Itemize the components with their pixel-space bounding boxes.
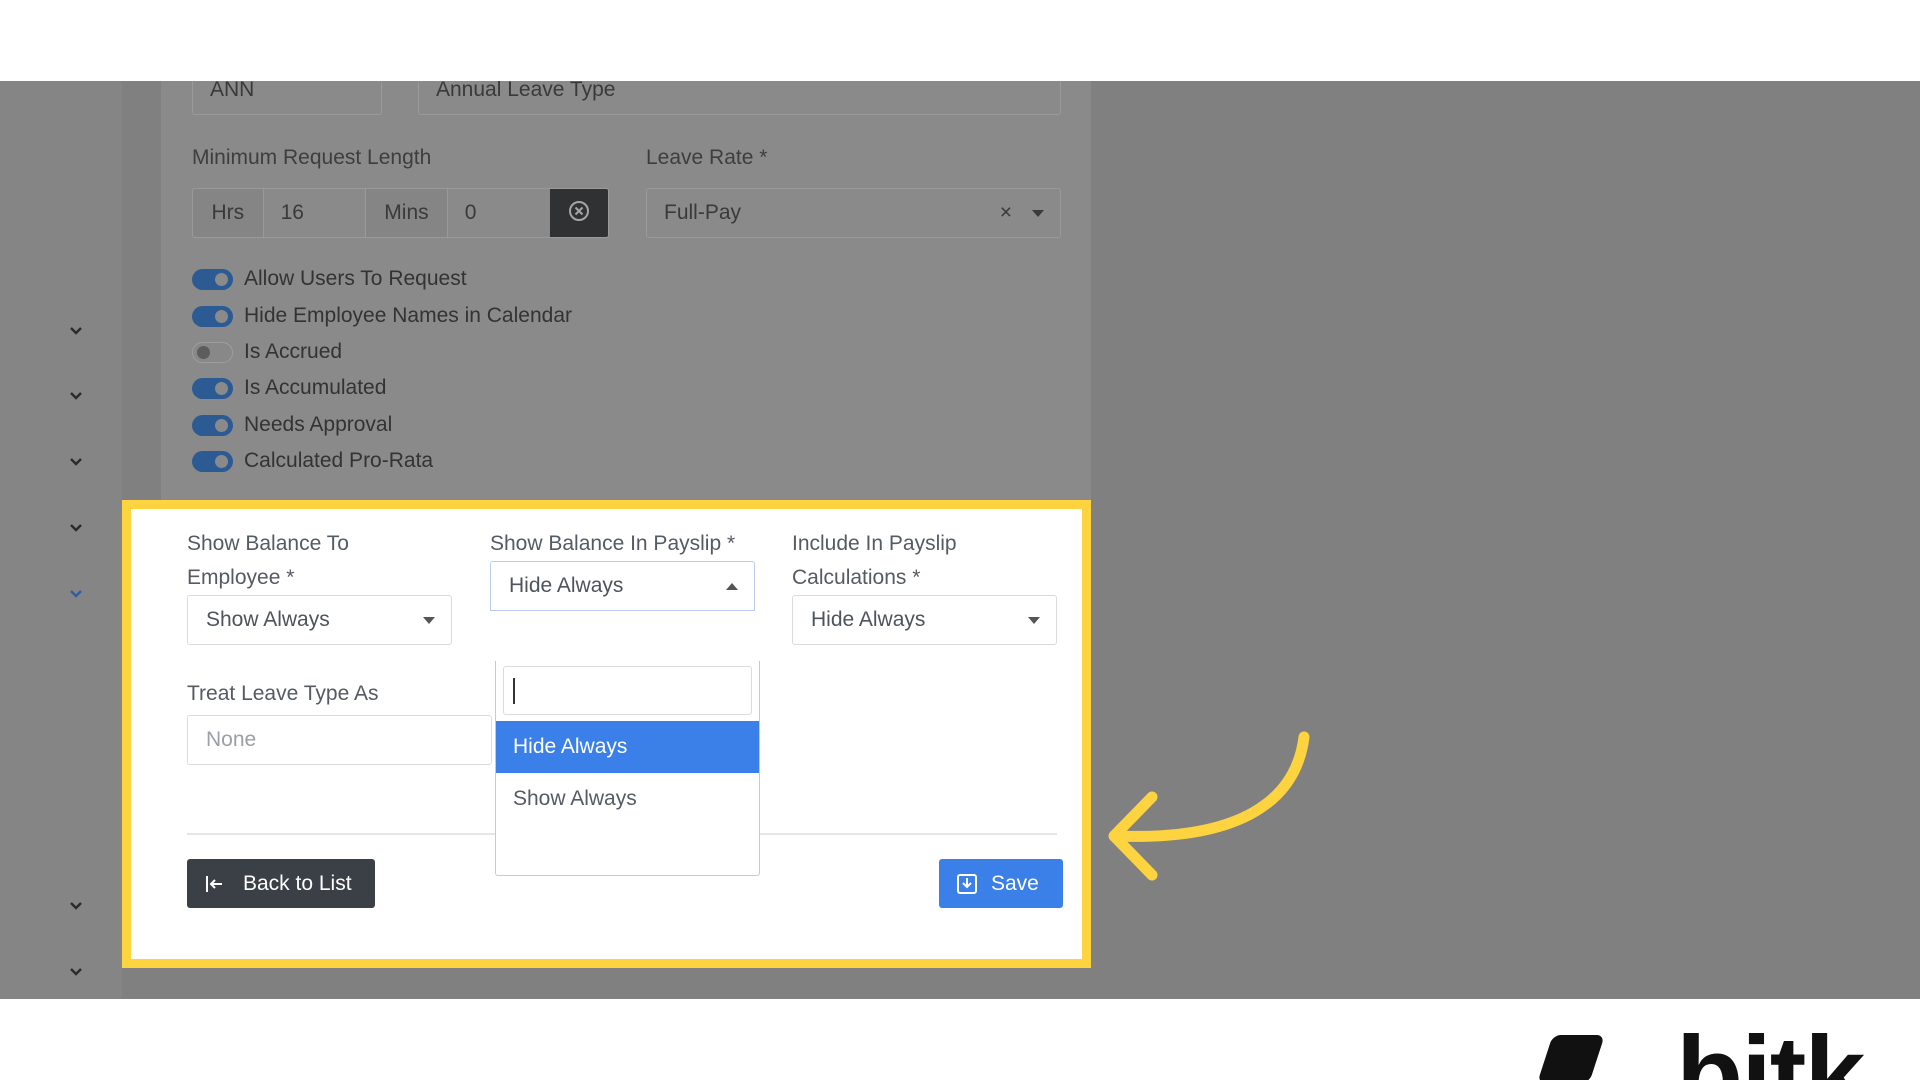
label-line: Calculations * bbox=[792, 566, 921, 589]
toggle-label: Needs Approval bbox=[244, 413, 393, 436]
caret-down-icon bbox=[1028, 617, 1040, 624]
show-balance-employee-select[interactable]: Show Always bbox=[187, 595, 452, 645]
treat-leave-type-select[interactable]: None bbox=[187, 715, 492, 765]
toggle-is-accrued[interactable]: Is Accrued bbox=[192, 337, 342, 367]
min-request-label: Minimum Request Length bbox=[192, 146, 432, 169]
switch-on[interactable] bbox=[192, 450, 233, 472]
chevron-down-icon[interactable] bbox=[66, 452, 86, 472]
select-value: Show Always bbox=[206, 608, 330, 631]
back-arrow-icon bbox=[203, 873, 243, 895]
switch-on[interactable] bbox=[192, 377, 233, 399]
select-value: Hide Always bbox=[811, 608, 926, 631]
app-screenshot: ANN Annual Leave Type Minimum Request Le… bbox=[0, 81, 1920, 999]
leave-rate-label: Leave Rate * bbox=[646, 146, 768, 169]
name-input[interactable]: Annual Leave Type bbox=[418, 81, 1061, 115]
toggle-label: Calculated Pro-Rata bbox=[244, 449, 434, 472]
brand-logo-icon bbox=[1537, 1035, 1605, 1080]
dropdown-search-input[interactable] bbox=[503, 666, 752, 715]
caret-down-icon bbox=[423, 617, 435, 624]
caret-down-icon bbox=[1032, 210, 1044, 217]
back-to-list-label: Back to List bbox=[243, 872, 352, 895]
chevron-down-icon[interactable] bbox=[66, 518, 86, 538]
show-balance-payslip-select[interactable]: Hide Always bbox=[490, 561, 755, 611]
save-icon bbox=[955, 872, 991, 896]
show-balance-payslip-label: Show Balance In Payslip * bbox=[490, 532, 736, 555]
mins-input[interactable]: 0 bbox=[447, 189, 551, 237]
chevron-down-icon[interactable] bbox=[66, 962, 86, 982]
hrs-addon: Hrs bbox=[193, 189, 264, 237]
toggle-is-accumulated[interactable]: Is Accumulated bbox=[192, 373, 386, 403]
switch-off[interactable] bbox=[192, 341, 233, 363]
save-button[interactable]: Save bbox=[939, 859, 1063, 908]
clear-button[interactable] bbox=[550, 189, 608, 237]
chevron-down-icon[interactable] bbox=[66, 896, 86, 916]
label-line: Include In Payslip bbox=[792, 532, 957, 555]
leave-rate-select[interactable]: Full-Pay × bbox=[646, 188, 1061, 238]
dropdown-option-hide-always[interactable]: Hide Always bbox=[496, 721, 759, 773]
text-cursor bbox=[513, 678, 515, 704]
hrs-input[interactable]: 16 bbox=[263, 189, 367, 237]
toggle-hide-employee-names[interactable]: Hide Employee Names in Calendar bbox=[192, 301, 572, 331]
include-payslip-calc-label: Include In Payslip Calculations * bbox=[792, 527, 957, 595]
dropdown-option-show-always[interactable]: Show Always bbox=[496, 773, 759, 825]
toggle-label: Allow Users To Request bbox=[244, 267, 467, 290]
code-input[interactable]: ANN bbox=[192, 81, 382, 115]
chevron-down-icon[interactable] bbox=[66, 321, 86, 341]
mins-addon: Mins bbox=[366, 189, 448, 237]
label-line: Employee * bbox=[187, 566, 295, 589]
leave-rate-value: Full-Pay bbox=[664, 201, 742, 224]
treat-leave-type-label: Treat Leave Type As bbox=[187, 682, 379, 705]
min-request-group: Hrs 16 Mins 0 bbox=[192, 188, 609, 238]
toggle-calculated-pro-rata[interactable]: Calculated Pro-Rata bbox=[192, 446, 433, 476]
switch-on[interactable] bbox=[192, 414, 233, 436]
top-margin bbox=[0, 0, 1920, 81]
toggle-allow-users-request[interactable]: Allow Users To Request bbox=[192, 264, 467, 294]
back-to-list-button[interactable]: Back to List bbox=[187, 859, 375, 908]
chevron-down-icon[interactable] bbox=[66, 584, 86, 604]
toggle-label: Hide Employee Names in Calendar bbox=[244, 304, 572, 327]
circle-x-icon bbox=[567, 199, 591, 228]
include-payslip-calc-select[interactable]: Hide Always bbox=[792, 595, 1057, 645]
clear-icon[interactable]: × bbox=[1000, 189, 1012, 237]
select-value: Hide Always bbox=[509, 574, 624, 597]
toggle-label: Is Accumulated bbox=[244, 376, 387, 399]
label-line: Show Balance To bbox=[187, 532, 349, 555]
caret-up-icon bbox=[726, 583, 738, 590]
switch-on[interactable] bbox=[192, 268, 233, 290]
show-balance-employee-label: Show Balance To Employee * bbox=[187, 527, 349, 595]
brand-logo-text: bitk bbox=[1676, 1014, 1866, 1080]
select-placeholder: None bbox=[206, 728, 257, 751]
bottom-margin: bitk bbox=[0, 999, 1920, 1080]
payslip-dropdown-menu: Hide Always Show Always bbox=[495, 661, 760, 876]
switch-on[interactable] bbox=[192, 305, 233, 327]
toggle-needs-approval[interactable]: Needs Approval bbox=[192, 410, 392, 440]
chevron-down-icon[interactable] bbox=[66, 386, 86, 406]
toggle-label: Is Accrued bbox=[244, 340, 343, 363]
annotation-arrow-icon bbox=[1108, 731, 1310, 881]
sidebar bbox=[0, 81, 122, 999]
save-label: Save bbox=[991, 872, 1039, 895]
